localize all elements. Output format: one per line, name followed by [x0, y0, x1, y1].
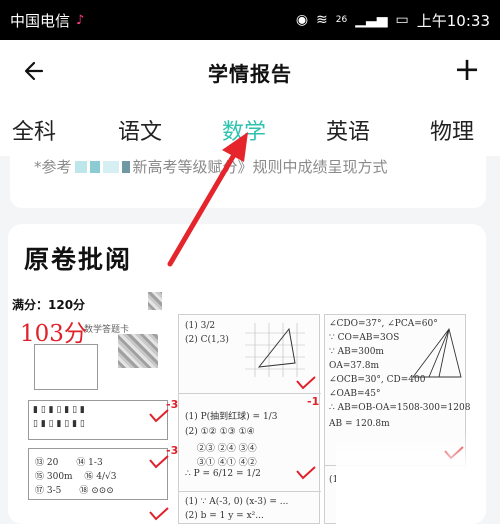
tab-chinese[interactable]: 语文	[118, 114, 162, 146]
wifi-icon: ≋	[316, 12, 328, 28]
page-title: 学情报告	[208, 61, 292, 86]
info-rule-text: 新高考等级赋分》规则中成绩呈现方式	[132, 158, 388, 176]
carrier-label: 中国电信	[10, 11, 71, 30]
tab-all[interactable]: 全科	[12, 114, 56, 146]
info-card: *参考 新高考等级赋分》规则中成绩呈现方式	[10, 146, 486, 208]
full-score-label: 满分：120分	[12, 298, 86, 312]
clock: 上午10:33	[416, 11, 490, 30]
check-mark-icon	[149, 455, 169, 469]
paper-review-card: 原卷批阅 满分：120分 103分 数学答题卡 ▮ ▯ ▮ ▯ ▮ ▯ ▮ ▯ …	[8, 224, 486, 524]
triangle-graph-icon	[245, 323, 305, 377]
redacted-block	[118, 334, 158, 368]
fill-blank-box: ⑬ 20 ⑭ 1-3 ⑮ 300m ⑯ 4/√3 ⑰ 3-5 ⑱ ⊙⊙⊙	[28, 448, 168, 500]
arrow-left-icon	[24, 61, 44, 81]
back-button[interactable]	[18, 54, 52, 88]
info-text: *参考 新高考等级赋分》规则中成绩呈现方式	[34, 156, 462, 177]
redacted-block	[148, 292, 162, 310]
status-bar: 中国电信 ♪ ◉ ≋ 26 ▁▃▅ ▭ 上午10:33	[0, 0, 500, 40]
check-mark-icon	[296, 376, 316, 390]
sheet-page-2: (1) 3/2 (2) C(1,3) -1 (1) P(抽到红球) = 1/3 …	[178, 314, 321, 524]
add-button[interactable]: +	[450, 52, 484, 86]
exam-sheet-image[interactable]: 满分：120分 103分 数学答题卡 ▮ ▯ ▮ ▯ ▮ ▯ ▮ ▯ ▮ ▯ ▮…	[8, 290, 486, 524]
redacted-block	[74, 160, 130, 173]
battery-icon: ▭	[395, 12, 409, 28]
signal-icon: ▁▃▅	[355, 12, 388, 28]
info-prefix: *参考	[34, 158, 72, 176]
status-right: ◉ ≋ 26 ▁▃▅ ▭ 上午10:33	[296, 10, 490, 31]
tab-english[interactable]: 英语	[326, 114, 370, 146]
geometry-figure-icon	[412, 327, 462, 378]
tab-math[interactable]: 数学	[222, 114, 266, 146]
choice-answer-box: ▮ ▯ ▮ ▯ ▮ ▯ ▮ ▯ ▮ ▯ ▮ ▯ ▮ ▯	[28, 400, 168, 440]
network-label: 26	[335, 15, 348, 25]
check-mark-icon	[149, 409, 169, 423]
status-left: 中国电信 ♪	[10, 10, 84, 31]
sheet-page-1: 数学答题卡 ▮ ▯ ▮ ▯ ▮ ▯ ▮ ▯ ▮ ▯ ▮ ▯ ▮ ▯ -3 ⑬ 2…	[14, 314, 178, 524]
app-header: 学情报告 +	[0, 40, 500, 104]
tab-physics[interactable]: 物理	[430, 114, 474, 146]
minus-mark: -1	[307, 395, 320, 408]
tiktok-icon: ♪	[76, 12, 85, 28]
eye-icon: ◉	[295, 12, 309, 28]
student-info-box	[34, 344, 98, 390]
section-title: 原卷批阅	[24, 245, 133, 274]
check-mark-icon	[296, 466, 316, 480]
fade-overlay	[336, 434, 486, 524]
check-mark-icon	[149, 507, 169, 521]
